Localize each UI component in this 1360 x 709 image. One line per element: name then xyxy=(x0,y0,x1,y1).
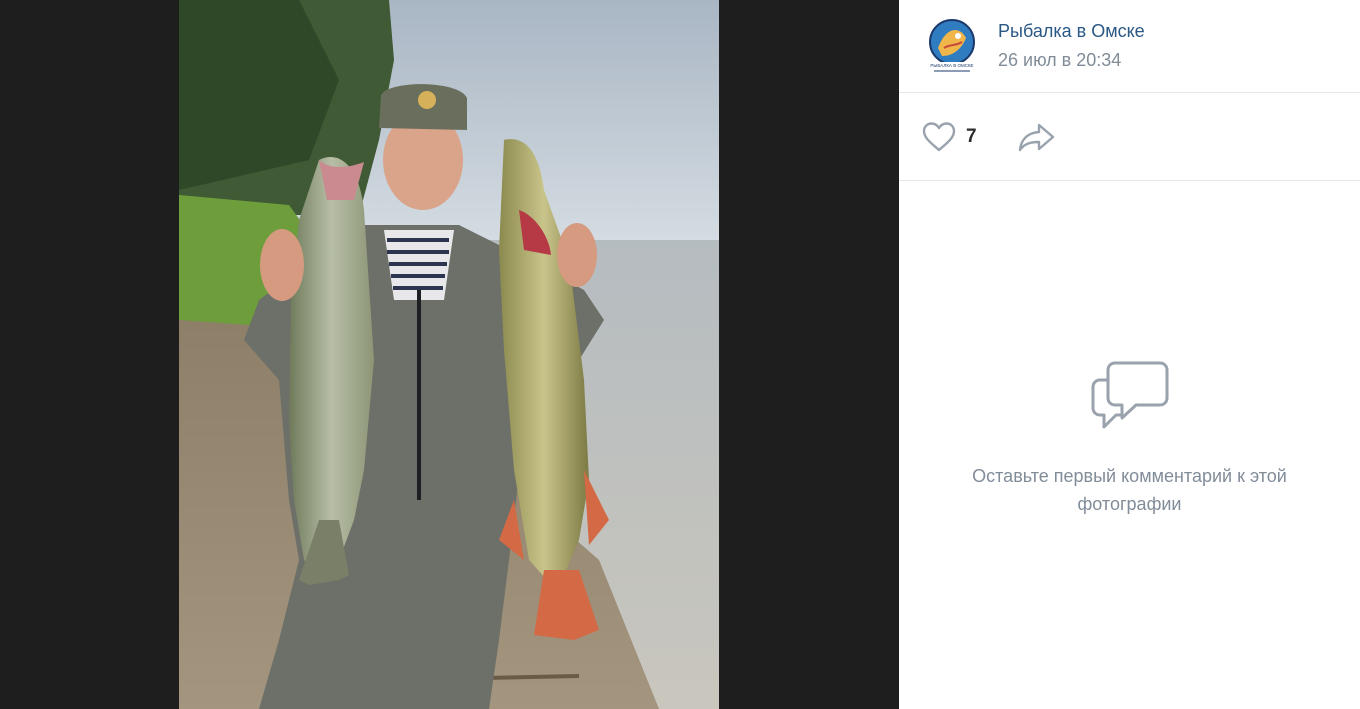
share-button[interactable] xyxy=(1017,121,1057,155)
empty-comments-placeholder: Оставьте первый комментарий к этой фотог… xyxy=(899,360,1360,518)
community-avatar[interactable]: РЫБАЛКА В ОМСКЕ xyxy=(928,18,976,76)
photo-image xyxy=(179,0,719,709)
empty-comments-text: Оставьте первый комментарий к этой фотог… xyxy=(972,466,1287,514)
author-name-link[interactable]: Рыбалка в Омске xyxy=(998,21,1145,42)
comment-bubbles-icon xyxy=(1091,361,1168,429)
fishing-photo[interactable] xyxy=(179,0,719,709)
photo-sidebar: РЫБАЛКА В ОМСКЕ Рыбалка в Омске 26 июл в… xyxy=(899,0,1360,709)
post-date-link[interactable]: 26 июл в 20:34 xyxy=(998,50,1121,71)
photo-viewer-backdrop[interactable] xyxy=(0,0,899,709)
avatar-logo: РЫБАЛКА В ОМСКЕ xyxy=(928,19,976,72)
post-author-header: РЫБАЛКА В ОМСКЕ Рыбалка в Омске 26 июл в… xyxy=(899,0,1360,93)
avatar-logo-text: РЫБАЛКА В ОМСКЕ xyxy=(930,63,973,68)
post-actions-bar: 7 xyxy=(899,93,1360,181)
heart-icon xyxy=(922,122,956,152)
share-arrow-icon xyxy=(1018,123,1055,152)
like-count: 7 xyxy=(966,126,977,147)
like-button[interactable]: 7 xyxy=(921,120,977,154)
